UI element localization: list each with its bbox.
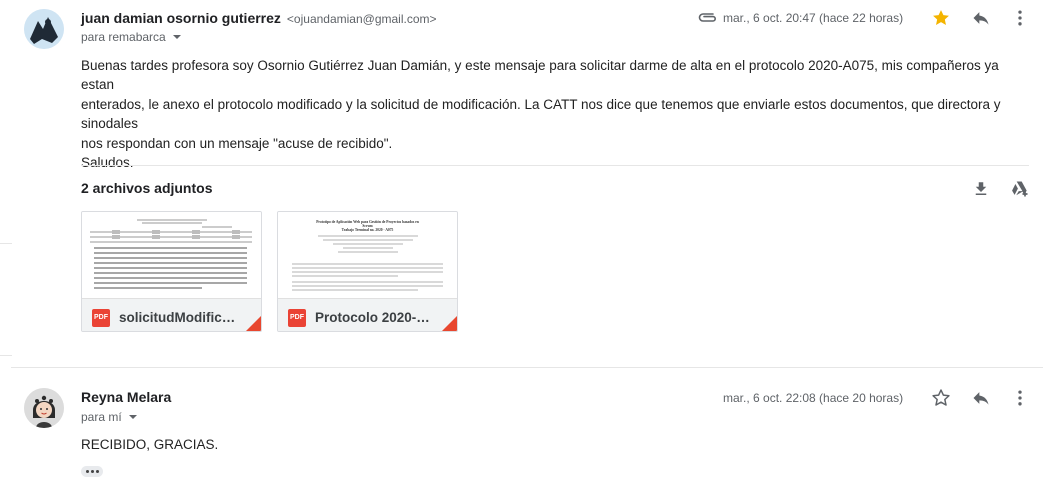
sender-email: <ojuandamian@gmail.com> <box>286 12 437 26</box>
message-date: mar., 6 oct. 22:08 (hace 20 horas) <box>723 391 904 405</box>
avatar-icon <box>24 388 64 428</box>
more-vert-icon[interactable] <box>1008 386 1032 410</box>
attachments-divider <box>81 165 1029 166</box>
attachment-card[interactable]: PDF solicitudModificaci... <box>81 211 262 332</box>
attachment-footer: PDF Protocolo 2020-A0... <box>278 299 457 331</box>
dot <box>90 470 94 473</box>
dot <box>95 470 99 473</box>
body-line: enterados, le anexo el protocolo modific… <box>81 96 1001 132</box>
show-trimmed-content-button[interactable] <box>81 466 103 477</box>
recipient-details-toggle[interactable]: para remabarca <box>81 30 181 44</box>
pdf-icon: PDF <box>92 308 110 327</box>
chevron-down-icon <box>128 415 137 419</box>
star-icon[interactable] <box>929 386 953 410</box>
attachment-name: solicitudModificaci... <box>119 310 239 325</box>
dot <box>85 470 89 473</box>
attachment-card[interactable]: Prototipo de Aplicación Web para Gestión… <box>277 211 458 332</box>
more-vert-icon[interactable] <box>1008 6 1032 30</box>
body-line: Saludos. <box>81 155 134 171</box>
pdf-corner-fold <box>437 316 457 331</box>
attachment-preview <box>82 212 261 299</box>
message-date: mar., 6 oct. 20:47 (hace 22 horas) <box>723 11 904 25</box>
attachment-preview: Prototipo de Aplicación Web para Gestión… <box>278 212 457 299</box>
pdf-icon: PDF <box>288 308 306 327</box>
sender-name[interactable]: juan damian osornio gutierrez <box>81 10 281 26</box>
body-line: Buenas tardes profesora soy Osornio Guti… <box>81 58 999 93</box>
drive-add-icon[interactable] <box>1008 177 1032 201</box>
recipient-details-toggle[interactable]: para mí <box>81 410 137 424</box>
sender-name[interactable]: Reyna Melara <box>81 389 171 405</box>
reply-icon[interactable] <box>969 6 993 30</box>
sender-avatar <box>24 9 64 49</box>
chevron-down-icon <box>172 35 181 39</box>
recipient-label: para mí <box>81 410 122 424</box>
recipient-label: para remabarca <box>81 30 166 44</box>
download-icon[interactable] <box>969 177 993 201</box>
side-divider <box>0 243 12 244</box>
attachment-name: Protocolo 2020-A0... <box>315 310 435 325</box>
attachment-footer: PDF solicitudModificaci... <box>82 299 261 331</box>
reply-icon[interactable] <box>969 386 993 410</box>
paperclip-icon <box>697 9 719 32</box>
message-body: Buenas tardes profesora soy Osornio Guti… <box>81 56 1031 172</box>
message-body: RECIBIDO, GRACIAS. <box>81 437 219 452</box>
body-line: nos respondan con un mensaje "acuse de r… <box>81 135 393 151</box>
side-divider <box>0 355 12 356</box>
sender-header: juan damian osornio gutierrez <ojuandami… <box>81 10 437 26</box>
attachments-title: 2 archivos adjuntos <box>81 180 213 196</box>
star-icon[interactable] <box>929 6 953 30</box>
pdf-corner-fold <box>241 316 261 331</box>
message-separator <box>11 367 1043 368</box>
